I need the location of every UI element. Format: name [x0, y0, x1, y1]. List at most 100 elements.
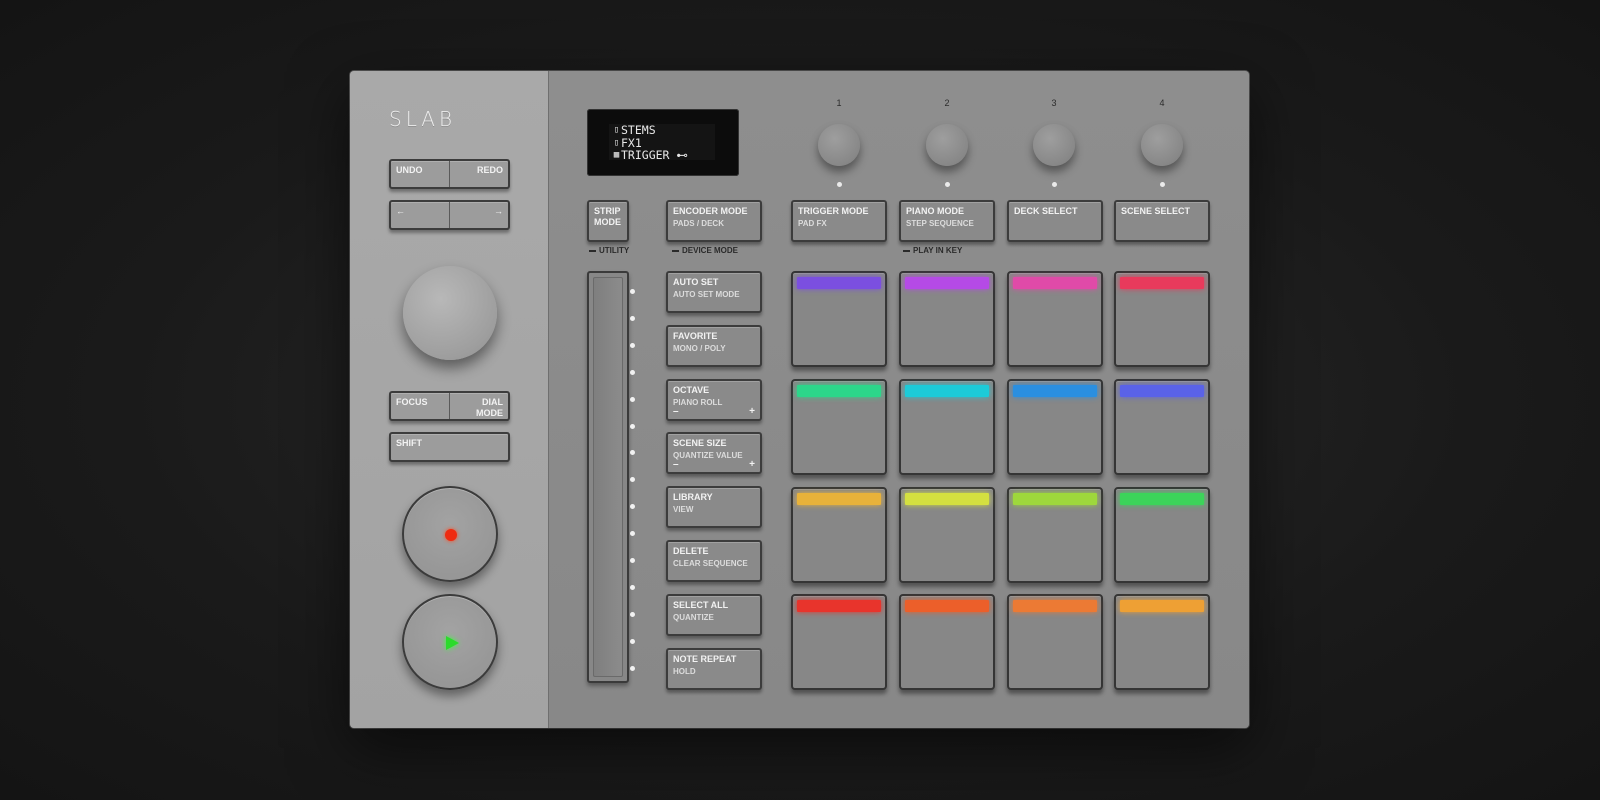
pad-16[interactable] — [1114, 594, 1210, 690]
redo-button[interactable]: REDO — [449, 161, 508, 187]
touch-strip[interactable] — [587, 271, 629, 683]
encoder-label-4: 4 — [1159, 98, 1165, 108]
strip-led — [630, 665, 635, 671]
pad-led-bar — [1013, 600, 1097, 612]
encoder-mode-button[interactable]: ENCODER MODE PADS / DECK — [666, 200, 762, 242]
fx-icon: ▯ — [613, 137, 620, 148]
button-sublabel: CLEAR SEQUENCE — [673, 559, 748, 568]
auto-set-button[interactable]: AUTO SET AUTO SET MODE — [666, 271, 762, 313]
pad-11[interactable] — [1007, 487, 1103, 583]
play-in-key-caption: PLAY IN KEY — [903, 246, 962, 255]
scene-size-button[interactable]: SCENE SIZE QUANTIZE VALUE – + — [666, 432, 762, 475]
encoder-knob-1[interactable] — [818, 124, 860, 166]
pad-led-bar — [905, 385, 989, 397]
strip-mode-button[interactable]: STRIP MODE — [587, 200, 629, 242]
favorite-button[interactable]: FAVORITE MONO / POLY — [666, 324, 762, 367]
touch-strip-surface — [593, 277, 623, 677]
arrow-left-button[interactable]: ← — [391, 202, 449, 228]
pad-15[interactable] — [1007, 594, 1103, 690]
pad-9[interactable] — [791, 487, 887, 583]
display-text: STEMS — [621, 123, 656, 137]
pad-8[interactable] — [1114, 379, 1210, 475]
button-label: PIANO MODE — [906, 206, 965, 216]
encoder-indicator — [1160, 182, 1165, 187]
encoder-label-3: 3 — [1051, 98, 1057, 108]
pad-led-bar — [905, 277, 989, 289]
pad-led-bar — [1013, 277, 1097, 289]
strip-led — [630, 584, 635, 590]
pad-6[interactable] — [899, 379, 995, 475]
strip-led — [630, 477, 635, 483]
arrow-right-icon: → — [494, 206, 503, 216]
octave-button[interactable]: OCTAVE PIANO ROLL – + — [666, 378, 762, 421]
undo-button[interactable]: UNDO — [391, 161, 449, 187]
encoder-knob-4[interactable] — [1141, 124, 1183, 166]
pad-led-bar — [797, 385, 881, 397]
button-sublabel: PIANO ROLL — [673, 397, 723, 407]
pad-led-bar — [797, 277, 881, 289]
oled-display: ▯ STEMS ▯ FX1 ▦ TRIGGER ⊷ — [587, 109, 739, 176]
pad-2[interactable] — [899, 271, 995, 367]
pad-led-bar — [1013, 493, 1097, 505]
pad-3[interactable] — [1007, 271, 1103, 367]
delete-button[interactable]: DELETE CLEAR SEQUENCE — [666, 540, 762, 582]
plus-icon: + — [749, 405, 755, 417]
select-all-button[interactable]: SELECT ALL QUANTIZE — [666, 593, 762, 636]
pad-1[interactable] — [791, 271, 887, 367]
arrow-right-button[interactable]: → — [449, 202, 508, 228]
strip-led — [630, 342, 635, 348]
button-sublabel: MONO / POLY — [673, 343, 726, 353]
strip-led — [630, 558, 635, 563]
display-line-trigger: ▦ TRIGGER ⊷ — [612, 149, 715, 162]
deck-select-button[interactable]: DECK SELECT — [1007, 200, 1103, 242]
dial-mode-button[interactable]: DIAL MODE — [449, 393, 508, 419]
library-button[interactable]: LIBRARY VIEW — [666, 486, 762, 529]
note-repeat-button[interactable]: NOTE REPEAT HOLD — [666, 647, 762, 690]
encoder-knob-3[interactable] — [1033, 124, 1075, 166]
play-icon — [446, 636, 459, 650]
arrow-buttons: ← → — [389, 200, 510, 230]
pad-5[interactable] — [791, 379, 887, 475]
scene-select-button[interactable]: SCENE SELECT — [1114, 200, 1210, 242]
pad-led-bar — [1120, 277, 1204, 289]
button-label: DELETE — [673, 546, 709, 556]
pad-7[interactable] — [1007, 379, 1103, 475]
arrow-left-icon: ← — [396, 206, 405, 216]
strip-led — [630, 504, 635, 510]
left-panel: SLAB UNDO REDO ← → FOCUS DIAL MODE SHIFT — [350, 71, 549, 728]
pad-led-bar — [905, 600, 989, 612]
minus-icon: – — [673, 459, 679, 471]
focus-dial-buttons: FOCUS DIAL MODE — [389, 391, 510, 421]
button-label: OCTAVE — [673, 384, 710, 395]
trigger-mode-button[interactable]: TRIGGER MODE PAD FX — [791, 200, 887, 242]
main-dial-knob[interactable] — [403, 266, 497, 360]
strip-led — [630, 450, 635, 456]
utility-caption: UTILITY — [589, 246, 629, 255]
pad-led-bar — [905, 493, 989, 505]
button-label: SELECT ALL — [673, 599, 729, 610]
encoder-knob-2[interactable] — [926, 124, 968, 166]
button-label: SCENE SIZE — [673, 438, 727, 449]
pad-13[interactable] — [791, 594, 887, 690]
encoder-label-1: 1 — [836, 98, 842, 108]
pad-led-bar — [1013, 385, 1097, 397]
display-text: TRIGGER ⊷ — [621, 148, 688, 162]
button-label: AUTO SET — [673, 277, 719, 287]
strip-led — [630, 638, 635, 644]
focus-button[interactable]: FOCUS — [391, 393, 449, 419]
brand-logo: SLAB — [389, 107, 457, 131]
pad-4[interactable] — [1114, 271, 1210, 367]
shift-button[interactable]: SHIFT — [389, 432, 510, 462]
record-button[interactable] — [402, 486, 498, 582]
button-label: TRIGGER MODE — [798, 206, 869, 216]
grid-icon: ▦ — [613, 150, 620, 160]
piano-mode-button[interactable]: PIANO MODE STEP SEQUENCE — [899, 200, 995, 242]
pad-10[interactable] — [899, 487, 995, 583]
pad-led-bar — [797, 493, 881, 505]
pad-led-bar — [797, 600, 881, 612]
pad-14[interactable] — [899, 594, 995, 690]
pad-led-bar — [1120, 385, 1204, 397]
pad-12[interactable] — [1114, 487, 1210, 583]
play-button[interactable] — [402, 594, 498, 690]
encoder-indicator — [1052, 182, 1057, 187]
